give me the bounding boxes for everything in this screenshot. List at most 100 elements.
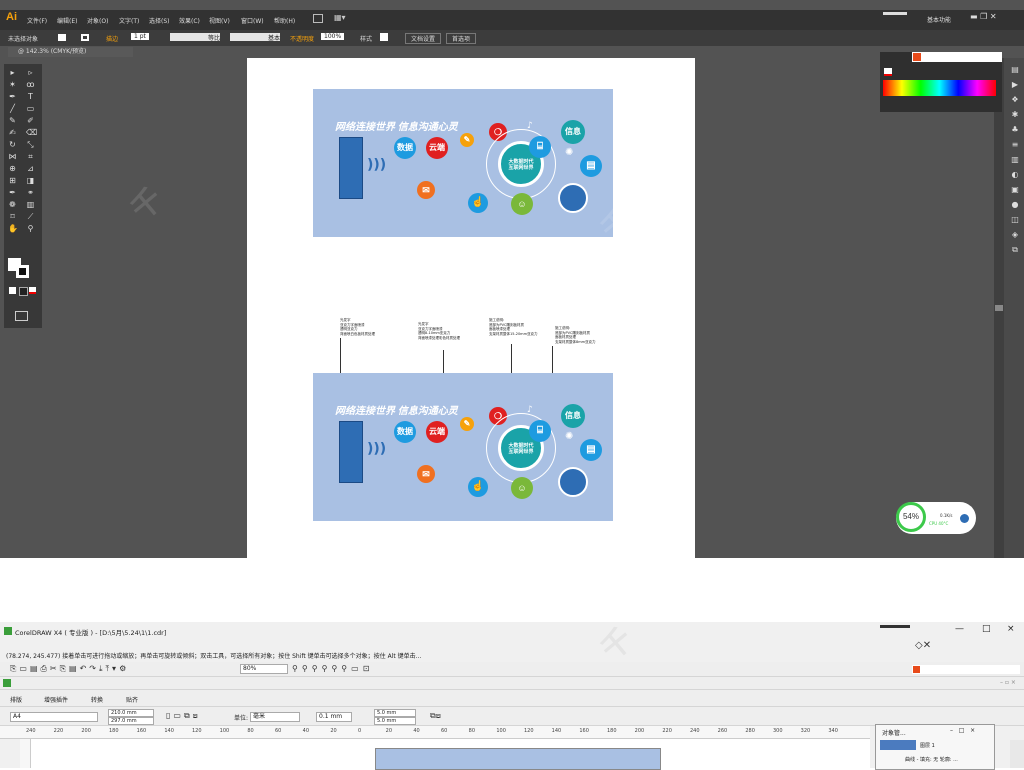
blend-tool-icon[interactable]: ⚭	[26, 188, 35, 197]
gradient-mode-icon[interactable]	[19, 287, 28, 296]
menu-edit[interactable]: 编辑(E)	[57, 16, 77, 25]
window-close-button[interactable]: ×	[1007, 624, 1015, 634]
orientation-icons[interactable]: ▯▭⧉⧈	[166, 711, 201, 721]
menu-file[interactable]: 文件(F)	[27, 16, 47, 25]
rotate-tool-icon[interactable]: ↻	[8, 140, 17, 149]
stroke-label[interactable]: 描边	[106, 34, 118, 43]
zoom-tool-icon[interactable]: ⚲	[26, 224, 35, 233]
preferences-button[interactable]: 首选项	[446, 33, 477, 44]
slice-tool-icon[interactable]: ⟋	[26, 212, 35, 221]
tab-enhance-plugin[interactable]: 增强插件	[44, 695, 68, 704]
page-height-field[interactable]: 297.0 mm	[108, 717, 154, 725]
none-mode-icon[interactable]	[29, 287, 36, 294]
duplicate-x-field[interactable]: 5.0 mm	[374, 709, 416, 717]
mesh-tool-icon[interactable]: ⊞	[8, 176, 17, 185]
object-row[interactable]: 曲线 - 填充: 无 轮廓: ...	[905, 756, 958, 763]
zoom-level-field[interactable]: 80%	[240, 664, 288, 674]
color-mode-icon[interactable]	[9, 287, 16, 294]
brush-definition[interactable]: 基本	[230, 33, 280, 42]
arrange-documents-icon[interactable]: ▦▾	[334, 13, 346, 22]
column-graph-tool-icon[interactable]: ▥	[26, 200, 35, 209]
menu-window[interactable]: 窗口(W)	[241, 16, 264, 25]
vertical-ruler[interactable]	[20, 739, 31, 768]
bridge-icon[interactable]	[313, 14, 323, 23]
width-tool-icon[interactable]: ⋈	[8, 152, 17, 161]
people-badge-icon: ☺	[511, 193, 533, 215]
workspace-switcher[interactable]: 基本功能	[927, 15, 951, 24]
ime-toolbar[interactable]	[912, 52, 1002, 62]
page-content-preview[interactable]	[375, 748, 661, 770]
stroke-weight-field[interactable]: 1 pt	[131, 33, 149, 40]
document-setup-button[interactable]: 文档设置	[405, 33, 442, 44]
scale-tool-icon[interactable]: ⤡	[26, 140, 35, 149]
hand-tool-icon[interactable]: ✋	[8, 224, 18, 233]
mouse-badge-icon: ⌸	[529, 420, 551, 442]
tab-convert[interactable]: 转换	[91, 695, 103, 704]
direct-selection-tool-icon[interactable]: ▹	[26, 68, 35, 77]
tab-layout[interactable]: 排版	[10, 695, 22, 704]
scrollbar-thumb[interactable]	[995, 305, 1003, 311]
doc-window-controls[interactable]: – ▫ ×	[1000, 679, 1016, 686]
docker-tabs[interactable]	[1010, 740, 1024, 768]
symbol-sprayer-tool-icon[interactable]: ❁	[8, 200, 17, 209]
color-none-icon[interactable]	[884, 68, 892, 76]
eyedropper-tool-icon[interactable]: ✒	[8, 188, 17, 197]
search-field[interactable]	[880, 625, 910, 628]
free-transform-tool-icon[interactable]: ⌗	[26, 152, 35, 161]
menu-effect[interactable]: 效果(C)	[179, 16, 200, 25]
type-tool-icon[interactable]: T	[26, 92, 35, 101]
menu-type[interactable]: 文字(T)	[119, 16, 139, 25]
stroke-swatch[interactable]	[81, 34, 89, 41]
zoom-tools-icons[interactable]: ⚲⚲⚲⚲⚲⚲▭⊡	[292, 664, 373, 673]
page-width-field[interactable]: 210.0 mm	[108, 709, 154, 717]
page-size-dropdown[interactable]: A4	[10, 712, 98, 722]
menu-object[interactable]: 对象(O)	[87, 16, 108, 25]
window-controls[interactable]: ▬ ❐ ✕	[970, 12, 997, 21]
opacity-label[interactable]: 不透明度	[290, 34, 314, 43]
artboard-tool-icon[interactable]: ⌑	[8, 212, 17, 221]
document-icon[interactable]	[3, 679, 11, 687]
rocket-icon[interactable]	[960, 514, 969, 523]
shape-builder-tool-icon[interactable]: ⊕	[8, 164, 17, 173]
line-tool-icon[interactable]: ╱	[8, 104, 17, 113]
pen-tool-icon[interactable]: ✒	[8, 92, 17, 101]
duplicate-y-field[interactable]: 5.0 mm	[374, 717, 416, 725]
color-spectrum[interactable]	[883, 80, 996, 96]
units-dropdown[interactable]: 毫米	[250, 712, 300, 722]
variable-width-profile[interactable]: 等比	[170, 33, 220, 42]
window-maximize-button[interactable]: □	[982, 624, 991, 634]
fill-swatch[interactable]	[58, 34, 66, 41]
window-minimize-button[interactable]: —	[955, 624, 964, 634]
perspective-grid-tool-icon[interactable]: ⊿	[26, 164, 35, 173]
search-field[interactable]	[883, 12, 907, 15]
menu-help[interactable]: 帮助(H)	[274, 16, 295, 25]
stroke-color-box[interactable]	[16, 265, 29, 278]
menu-view[interactable]: 视图(V)	[209, 16, 230, 25]
panel-dock-icons[interactable]: ▤ ▶ ❖ ✱ ♣ ≡ ▥ ◐ ▣ ● ◫ ◈ ⧉	[1008, 62, 1022, 257]
selection-tool-icon[interactable]: ▸	[8, 68, 17, 77]
magic-wand-tool-icon[interactable]: ✶	[8, 80, 17, 89]
tab-snap[interactable]: 贴齐	[126, 695, 138, 704]
eraser-tool-icon[interactable]: ⌫	[26, 128, 37, 137]
opacity-field[interactable]: 100%	[321, 33, 345, 40]
screen-mode-icon[interactable]	[15, 311, 28, 321]
cpu-percent: 54%	[896, 502, 926, 532]
color-picker-icon[interactable]: ◇✕	[915, 640, 931, 651]
menu-select[interactable]: 选择(S)	[149, 16, 170, 25]
paintbrush-tool-icon[interactable]: ✎	[8, 116, 17, 125]
style-label: 样式	[360, 36, 373, 43]
object-manager-toolbar[interactable]	[880, 740, 916, 750]
document-tab[interactable]: @ 142.3% (CMYK/预览)	[8, 47, 133, 57]
blob-brush-tool-icon[interactable]: ✍	[8, 128, 17, 137]
standard-toolbar-icons[interactable]: ⎘▭▤⎙✂⎘▤↶↷⤓⤒▾⚙	[10, 664, 129, 674]
gradient-tool-icon[interactable]: ◨	[26, 176, 35, 185]
ime-toolbar[interactable]	[912, 665, 1020, 674]
lasso-tool-icon[interactable]: ꝏ	[26, 80, 35, 89]
rectangle-tool-icon[interactable]: ▭	[26, 104, 35, 113]
graphic-style-swatch[interactable]	[380, 33, 388, 41]
page-layout-icons[interactable]: ⧉⧈	[430, 711, 441, 721]
nudge-field[interactable]: 0.1 mm	[316, 712, 352, 722]
object-manager-controls[interactable]: – □ ×	[950, 727, 975, 734]
pencil-tool-icon[interactable]: ✐	[26, 116, 35, 125]
layer-label[interactable]: 图层 1	[920, 742, 935, 749]
